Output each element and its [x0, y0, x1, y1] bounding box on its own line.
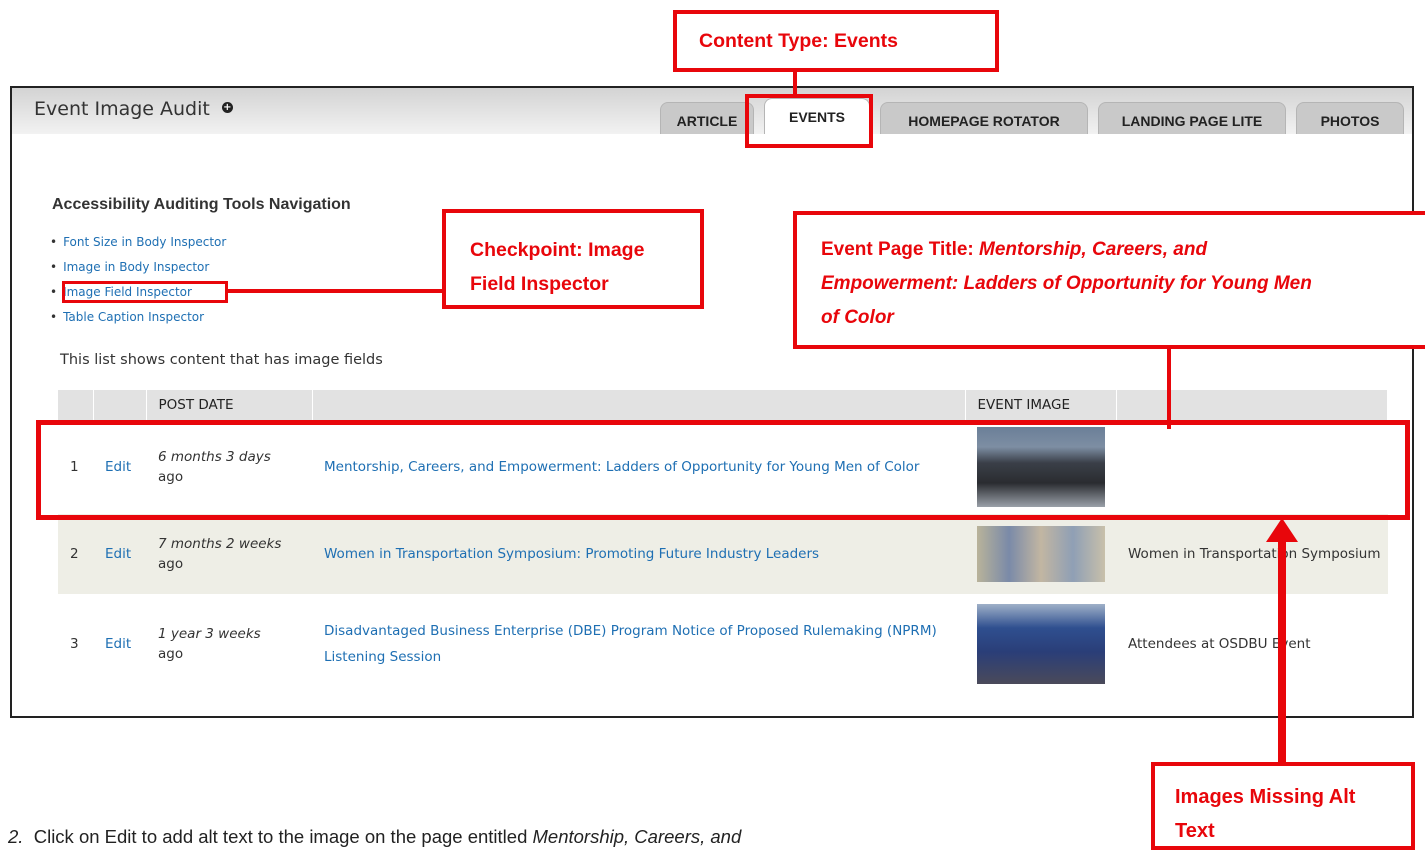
plus-circle-icon[interactable]: + [221, 102, 233, 113]
event-image-thumbnail [977, 604, 1105, 684]
table-header-row: POST DATE EVENT IMAGE [58, 390, 1388, 420]
col-header-post-date[interactable]: POST DATE [146, 390, 313, 420]
event-image-thumbnail [977, 526, 1105, 582]
title-bar: Event Image Audit + ARTICLE EVENTS HOMEPA… [12, 88, 1412, 134]
page-title: Event Image Audit + [34, 98, 233, 120]
post-date: 7 months 2 weeks ago [146, 514, 312, 594]
callout-connector [1167, 347, 1171, 429]
highlight-events-tab [745, 94, 873, 148]
table-row: 3 Edit 1 year 3 weeks ago Disadvantaged B… [58, 594, 1388, 694]
screenshot-frame: Event Image Audit + ARTICLE EVENTS HOMEPA… [10, 86, 1414, 718]
nav-item-font-size[interactable]: Font Size in Body Inspector [50, 234, 226, 259]
tab-photos[interactable]: PHOTOS [1296, 102, 1404, 134]
nav-title: Accessibility Auditing Tools Navigation [52, 196, 351, 213]
row-number: 3 [58, 594, 93, 694]
tab-landing-page-lite[interactable]: LANDING PAGE LITE [1098, 102, 1286, 134]
edit-link[interactable]: Edit [93, 514, 146, 594]
instruction-text: 2. Click on Edit to add alt text to the … [8, 826, 742, 847]
tab-homepage-rotator[interactable]: HOMEPAGE ROTATOR [880, 102, 1088, 134]
callout-connector [228, 289, 444, 293]
callout-content-type: Content Type: Events [673, 10, 999, 72]
callout-checkpoint: Checkpoint: Image Field Inspector [442, 209, 704, 309]
row-number: 2 [58, 514, 93, 594]
callout-connector [793, 70, 797, 96]
post-date: 1 year 3 weeks ago [146, 594, 312, 694]
col-header-edit [93, 390, 147, 420]
highlight-row-missing-alt [36, 420, 1410, 520]
col-header-event-image[interactable]: EVENT IMAGE [965, 390, 1117, 420]
col-header-alt-text [1116, 390, 1388, 420]
nav-item-table-caption[interactable]: Table Caption Inspector [50, 309, 226, 334]
callout-missing-alt: Images Missing Alt Text [1151, 762, 1415, 850]
event-title-link[interactable]: Women in Transportation Symposium: Promo… [312, 514, 965, 594]
alt-text-cell: Women in Transportation Symposium [1116, 514, 1388, 594]
alt-text-cell: Attendees at OSDBU Event [1116, 594, 1388, 694]
tab-article[interactable]: ARTICLE [660, 102, 754, 134]
callout-event-title: Event Page Title: Mentorship, Careers, a… [793, 211, 1425, 349]
arrow-up-icon [1266, 518, 1298, 762]
highlight-image-field-inspector [62, 281, 228, 303]
table-row: 2 Edit 7 months 2 weeks ago Women in Tran… [58, 514, 1388, 594]
event-title-link[interactable]: Disadvantaged Business Enterprise (DBE) … [312, 594, 965, 694]
event-image-cell [965, 594, 1116, 694]
col-header-title [312, 390, 966, 420]
edit-link[interactable]: Edit [93, 594, 146, 694]
event-image-cell [965, 514, 1116, 594]
intro-text: This list shows content that has image f… [60, 352, 383, 368]
col-header-number [58, 390, 94, 420]
